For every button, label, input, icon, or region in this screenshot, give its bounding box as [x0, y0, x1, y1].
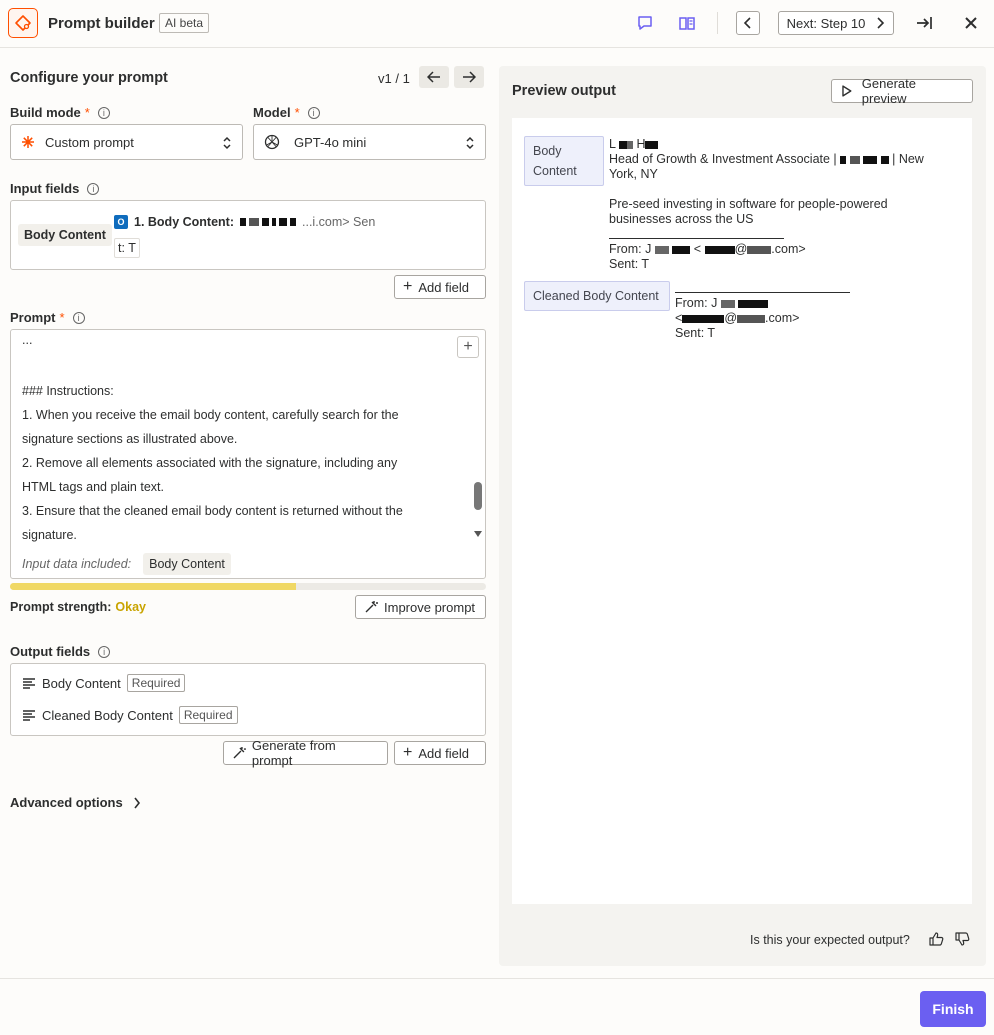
preview-body-name: L H — [609, 137, 659, 152]
plus-icon: + — [403, 744, 413, 761]
outlook-icon: O — [114, 215, 128, 229]
wand-icon — [365, 601, 378, 613]
prompt-strength-bar — [10, 583, 486, 590]
plus-icon: + — [463, 338, 473, 355]
preview-body-tagline: Pre-seed investing in software for peopl… — [609, 197, 888, 226]
arrow-left-icon — [427, 71, 440, 83]
build-mode-value: Custom prompt — [45, 134, 134, 150]
redacted-value — [240, 218, 296, 226]
next-step-button[interactable]: Next: Step 10 — [778, 11, 894, 35]
app-title: Prompt builder — [48, 15, 155, 32]
previous-step-button[interactable] — [736, 11, 760, 35]
comment-icon[interactable] — [634, 12, 656, 34]
preview-body-sent: Sent: T — [609, 257, 650, 271]
info-icon: i — [307, 106, 320, 119]
beta-badge: AI beta — [159, 13, 210, 33]
preview-body-from: From: J < @ .com> — [609, 242, 806, 256]
feedback-question: Is this your expected output? — [750, 933, 910, 947]
header-divider — [717, 12, 718, 34]
input-field-chip[interactable]: Body Content — [18, 224, 112, 246]
info-icon: i — [98, 645, 111, 658]
input-fields-box: Body Content O 1. Body Content: ...i.com… — [10, 200, 486, 270]
preview-cleaned-sent: Sent: T — [675, 326, 716, 340]
prompt-strength: Prompt strength: Okay — [10, 600, 146, 614]
next-version-button[interactable] — [454, 66, 484, 88]
configure-title: Configure your prompt — [10, 70, 168, 86]
thumbs-up-icon[interactable] — [928, 931, 944, 950]
chevron-up-down-icon — [466, 136, 474, 150]
add-output-field-button[interactable]: + Add field — [394, 741, 486, 765]
info-icon: i — [87, 182, 100, 195]
chevron-right-icon — [877, 17, 885, 29]
cleaned-body-content-tag: Cleaned Body Content — [524, 281, 670, 311]
prompt-strength-value: Okay — [115, 600, 146, 614]
output-field-row[interactable]: Body Content Required — [22, 674, 186, 692]
model-select[interactable]: GPT-4o mini — [253, 124, 486, 160]
preview-output-card: Body Content L H Head of Growth & Invest… — [512, 118, 972, 904]
build-mode-select[interactable]: Custom prompt — [10, 124, 243, 160]
preview-cleaned-from: From: J — [675, 296, 769, 311]
openai-icon — [264, 134, 280, 150]
version-label: v1 / 1 — [378, 71, 410, 86]
scroll-down-icon[interactable] — [473, 530, 483, 538]
output-field-row[interactable]: Cleaned Body Content Required — [22, 706, 238, 724]
chevron-up-down-icon — [223, 136, 231, 150]
preview-title: Preview output — [512, 83, 616, 99]
prompt-editor[interactable]: ... + ### Instructions: 1. When you rece… — [10, 329, 486, 579]
collapse-arrow-icon[interactable] — [913, 12, 935, 34]
advanced-options-toggle[interactable]: Advanced options — [10, 795, 141, 810]
prompt-label: Prompt * i — [10, 310, 85, 325]
plus-icon: + — [403, 278, 413, 295]
play-icon — [842, 85, 852, 97]
divider-line — [675, 292, 850, 293]
thumbs-down-icon[interactable] — [954, 931, 970, 950]
sparkle-icon — [8, 8, 38, 38]
prompt-scrollbar[interactable] — [474, 482, 482, 510]
preview-panel: Preview output Generate preview Body Con… — [499, 66, 986, 966]
chevron-right-icon — [134, 797, 140, 808]
chevron-left-icon — [743, 17, 751, 29]
arrow-right-icon — [463, 71, 476, 83]
prev-version-button[interactable] — [419, 66, 449, 88]
input-data-chip: Body Content — [143, 553, 231, 575]
next-step-label: Next: Step 10 — [786, 15, 866, 31]
field-mapping[interactable]: O 1. Body Content: ...i.com> Sen — [114, 210, 375, 234]
text-lines-icon — [23, 710, 35, 721]
output-fields-label: Output fields i — [10, 644, 111, 659]
preview-body-location: York, NY — [609, 167, 658, 181]
footer-bar: Finish — [0, 978, 994, 1035]
book-icon[interactable] — [676, 12, 698, 34]
input-data-included: Input data included: Body Content — [22, 553, 231, 575]
finish-button[interactable]: Finish — [920, 991, 986, 1027]
info-icon: i — [97, 106, 110, 119]
body-content-tag: Body Content — [524, 136, 604, 186]
info-icon: i — [72, 311, 85, 324]
improve-prompt-button[interactable]: Improve prompt — [355, 595, 486, 619]
model-value: GPT-4o mini — [294, 134, 367, 150]
wand-icon — [233, 747, 246, 759]
generate-preview-button[interactable]: Generate preview — [831, 76, 973, 106]
top-bar: Prompt builder AI beta Next: Step 10 — [0, 0, 994, 48]
preview-cleaned-email: < @ .com> — [675, 311, 800, 325]
required-tag: Required — [178, 706, 238, 724]
asterisk-icon — [22, 136, 34, 148]
field-mapping-tail: t: T — [114, 238, 140, 258]
build-mode-label: Build mode * i — [10, 105, 110, 120]
output-fields-box: Body Content Required Cleaned Body Conte… — [10, 663, 486, 736]
add-input-field-button[interactable]: + Add field — [394, 275, 486, 299]
insert-data-button[interactable]: + — [457, 336, 479, 358]
generate-from-prompt-button[interactable]: Generate from prompt — [223, 738, 388, 768]
divider-line — [609, 238, 784, 239]
text-lines-icon — [23, 678, 35, 689]
input-fields-label: Input fields i — [10, 181, 100, 196]
prompt-strength-fill — [10, 583, 296, 590]
required-tag: Required — [126, 674, 186, 692]
close-icon[interactable] — [960, 12, 982, 34]
model-label: Model * i — [253, 105, 320, 120]
preview-body-title: Head of Growth & Investment Associate | … — [609, 152, 924, 166]
